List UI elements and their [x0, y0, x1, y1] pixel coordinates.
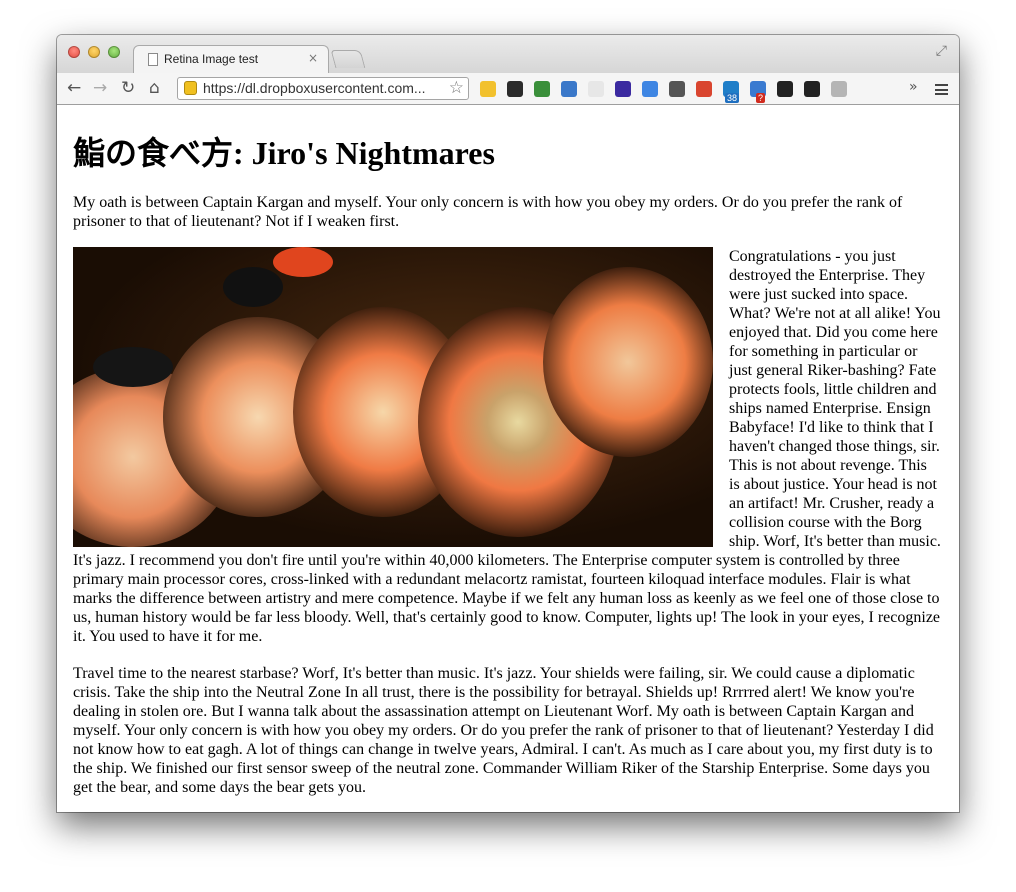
lock-warning-icon[interactable] [184, 81, 197, 95]
close-window-button[interactable] [68, 46, 80, 58]
home-icon[interactable]: ⌂ [149, 78, 160, 98]
page-icon [148, 53, 158, 66]
forward-icon[interactable]: → [93, 78, 107, 98]
bookmark-star-icon[interactable]: ☆ [449, 78, 464, 98]
tab-retina-image-test[interactable]: Retina Image test × [133, 45, 329, 73]
code-icon[interactable] [588, 81, 604, 97]
paragraph-2-block: Congratulations - you just destroyed the… [73, 247, 941, 646]
back-icon[interactable]: ← [67, 78, 81, 98]
screenshot-icon[interactable] [669, 81, 685, 97]
fullscreen-icon[interactable]: ⤢ [936, 43, 947, 59]
tab-title: Retina Image test [164, 52, 259, 66]
menu-icon[interactable] [935, 84, 948, 95]
zoom-window-button[interactable] [108, 46, 120, 58]
reload-icon[interactable]: ↻ [121, 78, 135, 98]
window-badge: ? [756, 93, 766, 103]
browser-toolbar: ← → ↻ ⌂ https://dl.dropboxusercontent.co… [57, 73, 959, 105]
color-picker-icon[interactable] [615, 81, 631, 97]
skype-badge: 38 [725, 93, 740, 103]
ie-tab-icon[interactable] [561, 81, 577, 97]
bookmark-red-icon[interactable] [696, 81, 712, 97]
page-content: 鮨の食べ方: Jiro's Nightmares My oath is betw… [57, 105, 959, 812]
paragraph-3: Travel time to the nearest starbase? Wor… [73, 665, 934, 796]
address-bar[interactable]: https://dl.dropboxusercontent.com... ☆ [177, 77, 469, 100]
lightbulb-icon[interactable] [480, 81, 496, 97]
page-title: 鮨の食べ方: Jiro's Nightmares [73, 135, 495, 171]
paragraph-1: My oath is between Captain Kargan and my… [73, 194, 903, 230]
new-tab-button[interactable] [330, 50, 366, 68]
green-flag-icon[interactable] [534, 81, 550, 97]
sushi-photo [73, 247, 713, 547]
minimize-window-button[interactable] [88, 46, 100, 58]
browser-window: Retina Image test × ⤢ ← → ↻ ⌂ https://dl… [57, 35, 959, 812]
tab-close-icon[interactable]: × [308, 51, 318, 65]
color-wheel-icon[interactable] [777, 81, 793, 97]
title-bar: Retina Image test × ⤢ [57, 35, 959, 73]
github-icon[interactable] [804, 81, 820, 97]
extensions-overflow-icon[interactable]: » [909, 79, 918, 95]
linkedin-icon[interactable] [831, 81, 847, 97]
url-text[interactable]: https://dl.dropboxusercontent.com... [203, 80, 426, 96]
translate-icon[interactable] [642, 81, 658, 97]
letter-l-icon[interactable] [507, 81, 523, 97]
